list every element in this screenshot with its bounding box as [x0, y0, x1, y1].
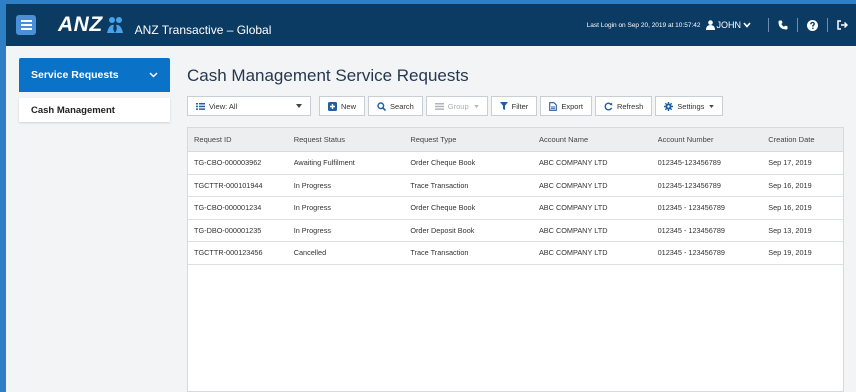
- view-select-value: View: All: [209, 101, 238, 111]
- creation-date-cell: Sep 19, 2019: [768, 248, 812, 258]
- user-menu[interactable]: JOHN: [705, 20, 754, 30]
- user-icon: [705, 20, 715, 30]
- gear-icon: [664, 101, 674, 111]
- chevron-down-icon: [149, 72, 158, 78]
- export-button-label: Export: [561, 101, 583, 111]
- request-type-cell: Order Deposit Book: [410, 225, 475, 235]
- header-divider: [797, 18, 798, 32]
- account-number-cell: 012345 - 123456789: [657, 248, 725, 258]
- toolbar: View: All New Search Group Filter Export…: [187, 96, 726, 116]
- request-status-cell: In Progress: [293, 203, 331, 213]
- anz-logo: ANZ: [58, 13, 125, 37]
- creation-date-cell: Sep 16, 2019: [768, 203, 812, 213]
- caret-down-icon: [709, 104, 715, 108]
- table-row[interactable]: TG-CBO-000003962 Awaiting Fulfilment Ord…: [188, 152, 843, 175]
- group-button-label: Group: [447, 101, 469, 111]
- new-button[interactable]: New: [319, 96, 366, 116]
- account-name-cell: ABC COMPANY LTD: [538, 225, 608, 235]
- caret-down-icon: [473, 104, 479, 108]
- app-window: ANZ ANZ Transactive – Global Last Login …: [6, 4, 856, 392]
- request-status-cell: Cancelled: [293, 248, 327, 258]
- account-name-cell: ABC COMPANY LTD: [538, 180, 608, 190]
- header-divider: [768, 18, 769, 32]
- sidebar-section-label: Service Requests: [31, 69, 119, 81]
- request-status-cell: Awaiting Fulfilment: [293, 158, 355, 168]
- filter-icon: [499, 102, 508, 110]
- chevron-down-icon: [743, 22, 751, 28]
- column-header[interactable]: Account Number: [658, 135, 769, 144]
- request-type-cell: Trace Transaction: [410, 248, 469, 258]
- creation-date-cell: Sep 13, 2019: [768, 225, 812, 235]
- list-icon: [196, 102, 205, 110]
- request-type-cell: Trace Transaction: [410, 180, 469, 190]
- account-name-cell: ABC COMPANY LTD: [538, 203, 608, 213]
- request-status-cell: In Progress: [293, 225, 331, 235]
- account-number-cell: 012345 - 123456789: [657, 225, 725, 235]
- help-icon[interactable]: [807, 19, 818, 31]
- logout-icon[interactable]: [837, 20, 848, 30]
- export-button[interactable]: Export: [540, 96, 592, 116]
- settings-button-label: Settings: [677, 101, 705, 111]
- account-number-cell: 012345-123456789: [657, 180, 721, 190]
- search-button-label: Search: [390, 101, 414, 111]
- request-id-cell: TG-CBO-000003962: [194, 158, 262, 168]
- account-name-cell: ABC COMPANY LTD: [538, 158, 608, 168]
- account-number-cell: 012345 - 123456789: [657, 203, 725, 213]
- plus-icon: [328, 101, 337, 111]
- column-header[interactable]: Request Type: [410, 135, 539, 144]
- account-name-cell: ABC COMPANY LTD: [538, 248, 608, 258]
- last-login-text: Last Login on Sep 20, 2019 at 10:57:42: [586, 21, 701, 29]
- sidebar-section-service-requests[interactable]: Service Requests: [19, 58, 170, 92]
- table-row[interactable]: TGCTTR-000101944 In Progress Trace Trans…: [188, 175, 843, 197]
- request-id-cell: TG-DBO-000001235: [194, 225, 262, 235]
- group-icon: [434, 102, 444, 110]
- header-divider: [827, 18, 828, 32]
- request-status-cell: In Progress: [293, 180, 331, 190]
- top-bar: ANZ ANZ Transactive – Global Last Login …: [6, 4, 856, 46]
- request-type-cell: Order Cheque Book: [410, 158, 476, 168]
- page-title: Cash Management Service Requests: [187, 66, 469, 85]
- column-header[interactable]: Creation Date: [768, 135, 843, 144]
- creation-date-cell: Sep 17, 2019: [768, 158, 812, 168]
- table-header: Request ID Request Status Request Type A…: [188, 128, 843, 152]
- column-header[interactable]: Request ID: [188, 135, 294, 144]
- table-row[interactable]: TG-CBO-000001234 In Progress Order Chequ…: [188, 197, 843, 220]
- view-select[interactable]: View: All: [187, 96, 311, 116]
- column-header[interactable]: Account Name: [539, 135, 658, 144]
- settings-button[interactable]: Settings: [655, 96, 724, 116]
- request-type-cell: Order Cheque Book: [410, 203, 476, 213]
- table-row[interactable]: TGCTTR-000123456 Cancelled Trace Transac…: [188, 242, 843, 265]
- phone-icon[interactable]: [778, 20, 788, 30]
- creation-date-cell: Sep 16, 2019: [768, 180, 812, 190]
- new-button-label: New: [341, 101, 357, 111]
- column-header[interactable]: Request Status: [294, 135, 411, 144]
- app-title: ANZ Transactive – Global: [134, 23, 272, 37]
- filter-button-label: Filter: [511, 101, 529, 111]
- search-icon: [377, 101, 387, 111]
- search-button[interactable]: Search: [368, 96, 423, 116]
- group-button[interactable]: Group: [425, 96, 488, 116]
- refresh-button-label: Refresh: [617, 101, 644, 111]
- request-id-cell: TGCTTR-000101944: [194, 180, 263, 190]
- export-icon: [549, 101, 558, 111]
- refresh-icon: [604, 102, 613, 111]
- requests-table: Request ID Request Status Request Type A…: [187, 127, 844, 392]
- refresh-button[interactable]: Refresh: [595, 96, 653, 116]
- table-row[interactable]: TG-DBO-000001235 In Progress Order Depos…: [188, 220, 843, 242]
- request-id-cell: TGCTTR-000123456: [194, 248, 263, 258]
- sidebar-item-cash-management[interactable]: Cash Management: [19, 98, 170, 122]
- user-name: JOHN: [716, 20, 742, 30]
- caret-down-icon: [296, 104, 302, 108]
- brand-name: ANZ: [58, 13, 103, 36]
- hamburger-menu-icon[interactable]: [16, 15, 36, 35]
- account-number-cell: 012345-123456789: [657, 158, 721, 168]
- request-id-cell: TG-CBO-000001234: [194, 203, 262, 213]
- filter-button[interactable]: Filter: [490, 96, 538, 116]
- people-logo-icon: [106, 17, 123, 33]
- sidebar-item-label: Cash Management: [31, 104, 115, 116]
